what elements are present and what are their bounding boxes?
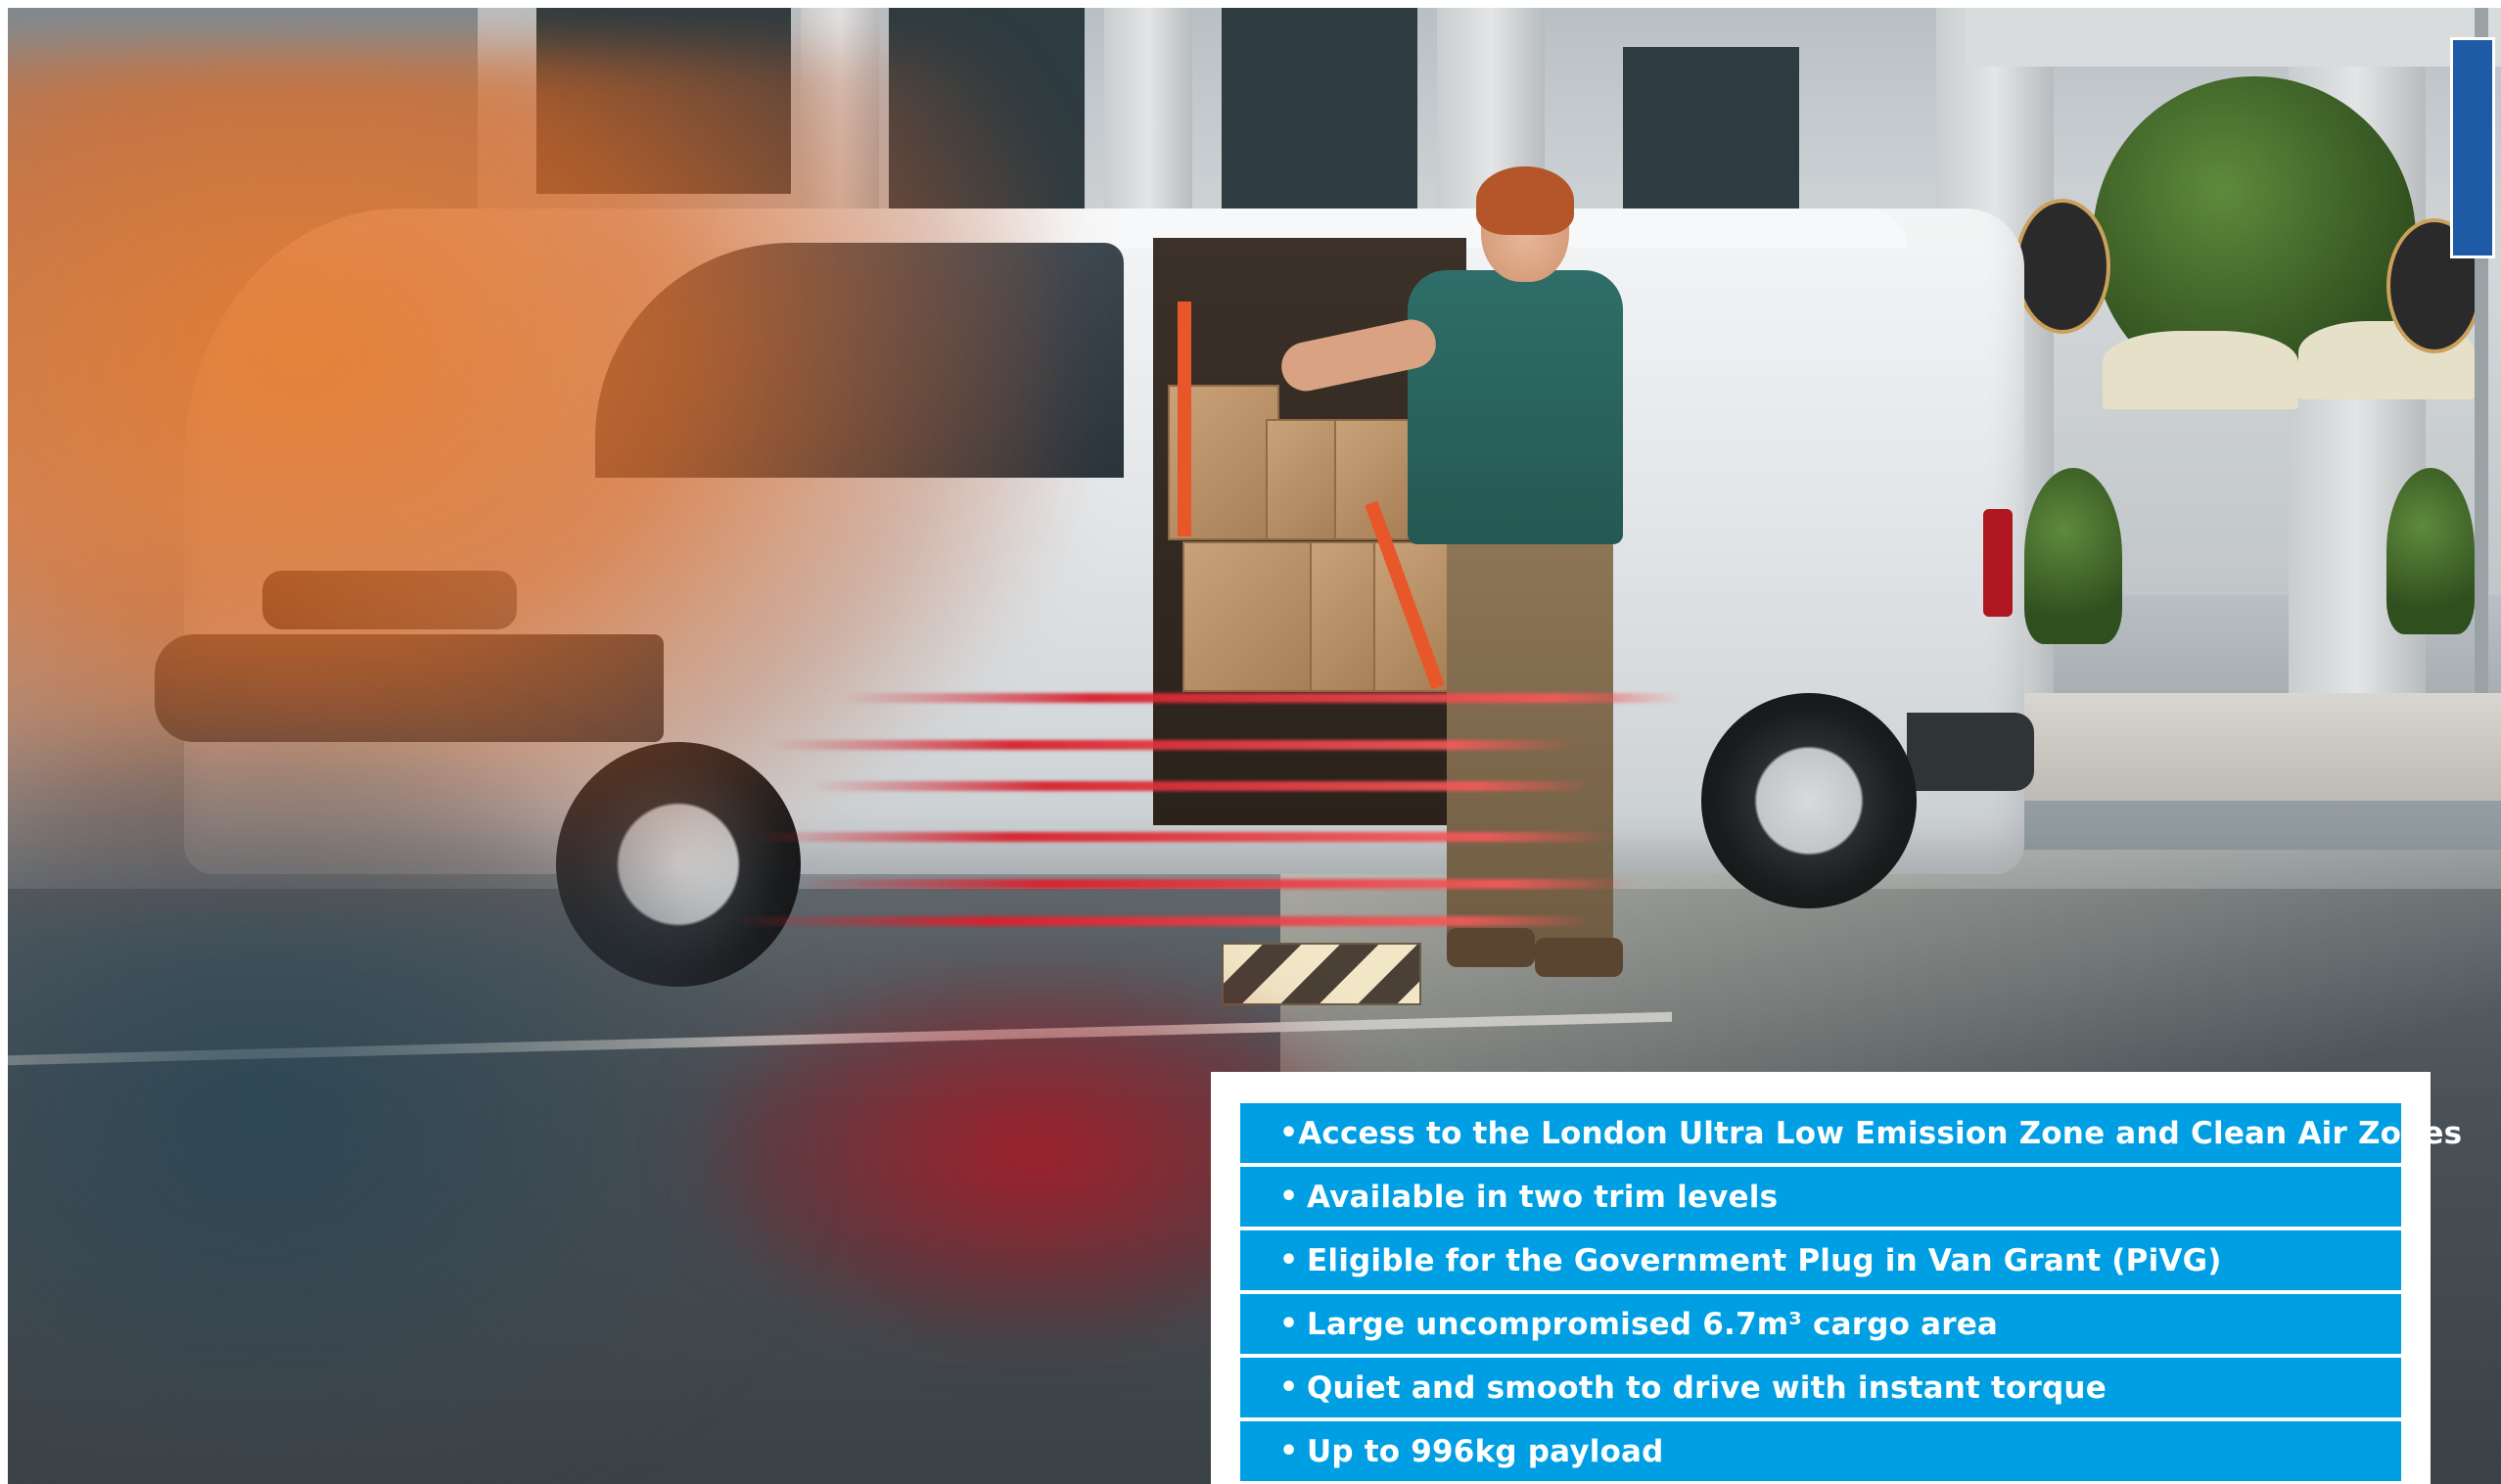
feature-item: • Up to 996kg payload	[1240, 1421, 2401, 1481]
motion-streak	[752, 832, 1613, 842]
wall-sign	[2015, 199, 2110, 334]
cafe-umbrella	[2103, 331, 2298, 409]
van-rear-wheel	[1701, 693, 1917, 908]
feature-text: Eligible for the Government Plug in Van …	[1307, 1242, 2222, 1278]
bullet-icon: •	[1279, 1434, 1299, 1468]
potted-shrub	[2386, 468, 2475, 634]
cargo-box	[1266, 419, 1343, 540]
motion-streak	[732, 916, 1594, 926]
motion-streak	[840, 693, 1682, 703]
person-torso	[1408, 270, 1623, 544]
motion-blur-dark	[8, 713, 791, 1484]
feature-text: Large uncompromised 6.7m³ cargo area	[1307, 1306, 1999, 1342]
bullet-icon: •	[1279, 1116, 1299, 1150]
building-window	[1222, 8, 1417, 223]
cargo-strap	[1178, 301, 1191, 536]
bullet-icon: •	[1279, 1243, 1299, 1277]
feature-item: • Quiet and smooth to drive with instant…	[1240, 1358, 2401, 1417]
bullet-icon: •	[1279, 1180, 1299, 1214]
feature-item: • Access to the London Ultra Low Emissio…	[1240, 1103, 2462, 1163]
cargo-box	[1182, 541, 1314, 692]
van-rear-bumper	[1907, 713, 2034, 791]
van-taillight	[1983, 509, 2013, 617]
feature-text: Access to the London Ultra Low Emission …	[1298, 1115, 2463, 1151]
person-hair	[1476, 166, 1574, 235]
motion-streak	[811, 781, 1594, 791]
potted-shrub	[2024, 468, 2122, 644]
feature-item: • Large uncompromised 6.7m³ cargo area	[1240, 1294, 2401, 1354]
person-boot	[1447, 928, 1535, 967]
motion-streak	[791, 879, 1633, 889]
person-boot	[1535, 938, 1623, 977]
feature-item: • Available in two trim levels	[1240, 1167, 2401, 1227]
feature-text: Up to 996kg payload	[1307, 1433, 1664, 1469]
feature-text: Available in two trim levels	[1307, 1179, 1779, 1215]
parking-sign-icon	[2450, 37, 2495, 258]
feature-list: • Access to the London Ultra Low Emissio…	[1240, 1103, 2462, 1481]
feature-item: • Eligible for the Government Plug in Va…	[1240, 1230, 2401, 1290]
bullet-icon: •	[1279, 1370, 1299, 1405]
motion-streak	[771, 740, 1574, 750]
building-pillar	[1104, 8, 1192, 233]
feature-panel: • Access to the London Ultra Low Emissio…	[1211, 1072, 2462, 1484]
bullet-icon: •	[1279, 1307, 1299, 1341]
building-canopy	[1966, 8, 2501, 67]
brochure-page: • Access to the London Ultra Low Emissio…	[0, 0, 2501, 1484]
feature-text: Quiet and smooth to drive with instant t…	[1307, 1369, 2107, 1406]
cargo-box	[1310, 541, 1382, 692]
